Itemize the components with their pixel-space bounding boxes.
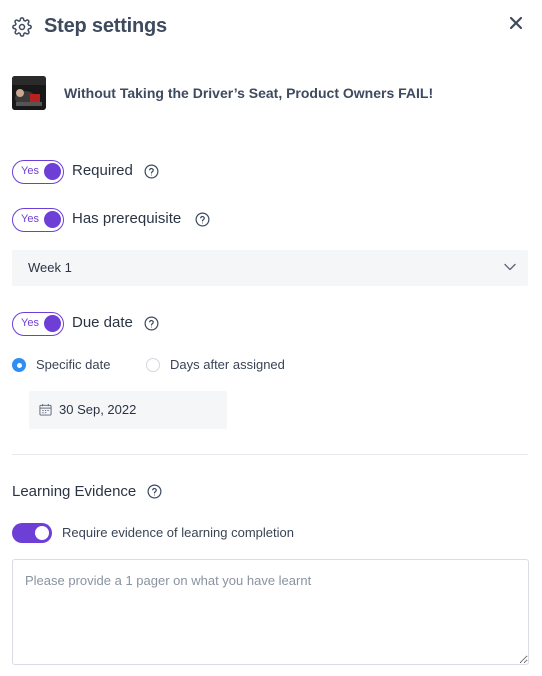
close-icon[interactable] xyxy=(508,15,524,31)
required-label: Required xyxy=(72,162,133,179)
radio-button-selected[interactable] xyxy=(12,358,26,372)
divider xyxy=(12,454,528,455)
help-icon[interactable] xyxy=(144,164,159,179)
calendar-icon xyxy=(39,403,52,416)
date-value: 30 Sep, 2022 xyxy=(59,402,137,417)
gear-icon xyxy=(12,17,32,37)
learning-evidence-title: Learning Evidence xyxy=(12,483,137,500)
chevron-down-icon xyxy=(504,263,516,271)
require-evidence-label: Require evidence of learning completion xyxy=(62,525,294,540)
due-date-label: Due date xyxy=(72,314,133,331)
step-settings-panel: Step settings Without Taking the Driver’… xyxy=(0,0,542,676)
prerequisite-select-value: Week 1 xyxy=(28,260,72,275)
radio-label: Specific date xyxy=(36,357,111,372)
due-date-row: Yes Due date xyxy=(12,312,412,336)
course-thumbnail xyxy=(12,76,46,110)
due-date-toggle[interactable]: Yes xyxy=(12,312,64,336)
page-title: Step settings xyxy=(44,15,167,37)
date-picker-field[interactable]: 30 Sep, 2022 xyxy=(29,391,227,429)
required-toggle-text: Yes xyxy=(21,165,39,177)
radio-days-after-assigned[interactable]: Days after assigned xyxy=(146,356,316,374)
learning-evidence-heading: Learning Evidence xyxy=(12,483,136,500)
radio-specific-date[interactable]: Specific date xyxy=(12,356,132,374)
prerequisite-label: Has prerequisite xyxy=(72,210,182,227)
course-title: Without Taking the Driver’s Seat, Produc… xyxy=(64,85,434,101)
toggle-knob xyxy=(44,315,61,332)
help-icon[interactable] xyxy=(144,316,159,331)
due-date-toggle-text: Yes xyxy=(21,317,39,329)
header: Step settings xyxy=(12,14,530,40)
radio-button[interactable] xyxy=(146,358,160,372)
toggle-knob xyxy=(44,163,61,180)
prerequisite-select[interactable]: Week 1 xyxy=(12,250,528,286)
evidence-textarea[interactable] xyxy=(12,559,529,665)
switch-knob xyxy=(35,526,49,540)
prerequisite-row: Yes Has prerequisite xyxy=(12,208,412,232)
require-evidence-switch[interactable] xyxy=(12,523,52,543)
toggle-knob xyxy=(44,211,61,228)
prerequisite-toggle-text: Yes xyxy=(21,213,39,225)
radio-label: Days after assigned xyxy=(170,357,285,372)
help-icon[interactable] xyxy=(147,484,162,499)
help-icon[interactable] xyxy=(195,212,210,227)
course-row: Without Taking the Driver’s Seat, Produc… xyxy=(12,76,530,110)
prerequisite-toggle[interactable]: Yes xyxy=(12,208,64,232)
required-toggle[interactable]: Yes xyxy=(12,160,64,184)
evidence-switch-row: Require evidence of learning completion xyxy=(12,522,512,544)
required-row: Yes Required xyxy=(12,160,412,184)
